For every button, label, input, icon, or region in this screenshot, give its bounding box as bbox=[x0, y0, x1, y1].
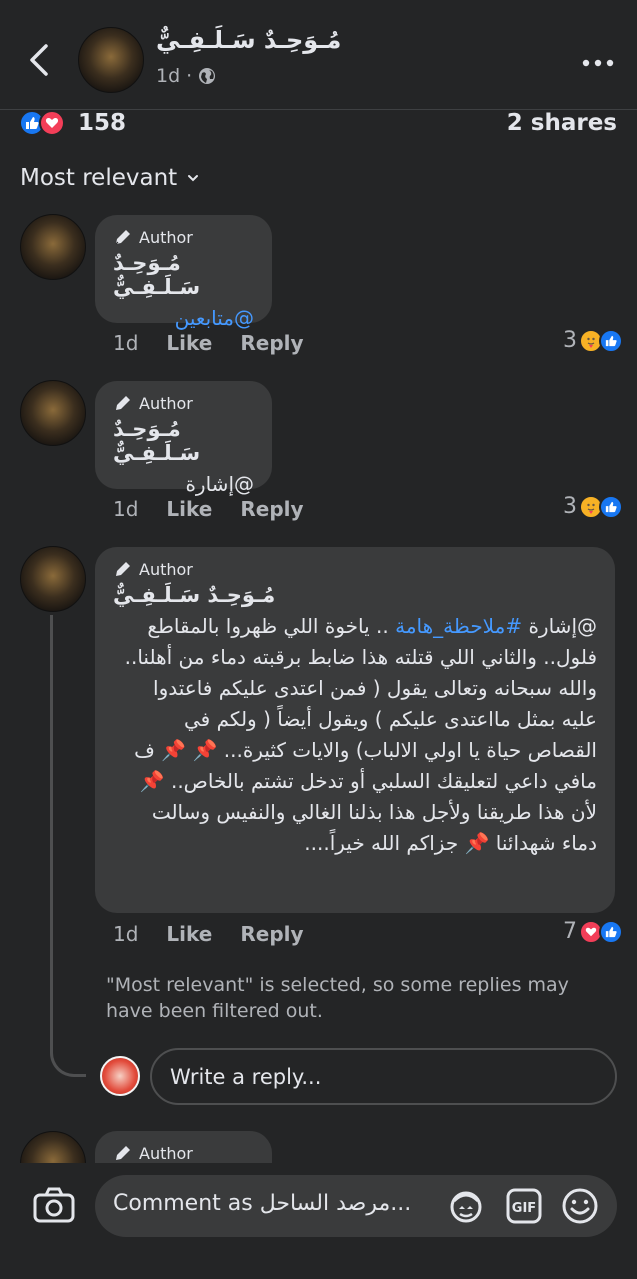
comment-actions: 1d Like Reply bbox=[113, 331, 304, 355]
comment-composer: Comment as مرصد الساحل... GIF bbox=[0, 1163, 637, 1279]
comment-reaction-count: 3 bbox=[563, 328, 577, 353]
comment-reaction-count: 3 bbox=[563, 494, 577, 519]
reply-button[interactable]: Reply bbox=[240, 497, 303, 521]
reply-placeholder: Write a reply... bbox=[170, 1064, 322, 1089]
avatar-sticker-icon[interactable] bbox=[447, 1187, 485, 1225]
chevron-down-icon bbox=[188, 175, 199, 182]
comment-placeholder: Comment as مرصد الساحل... bbox=[113, 1191, 412, 1216]
author-badge: Author bbox=[113, 225, 254, 249]
camera-icon bbox=[33, 1187, 75, 1223]
author-label: Author bbox=[139, 393, 193, 413]
like-button[interactable]: Like bbox=[166, 497, 212, 521]
comment-bubble[interactable]: Author مُـوَحِـدٌ سَـلَـفِـيٌّ @إشارة bbox=[95, 381, 272, 496]
top-header: مُـوَحِـدٌ سَـلَـفِـيٌّ 1d · bbox=[0, 0, 637, 110]
emoji-icon[interactable] bbox=[561, 1187, 599, 1225]
reply-button[interactable]: Reply bbox=[240, 922, 303, 946]
comment-time: 1d bbox=[113, 497, 139, 521]
commenter-name[interactable]: مُـوَحِـدٌ سَـلَـفِـيٌّ bbox=[113, 583, 597, 607]
comment-reaction-count: 7 bbox=[563, 919, 577, 944]
commenter-name[interactable]: مُـوَحِـدٌ سَـلَـفِـيٌّ bbox=[113, 251, 254, 299]
comment-reactions[interactable]: 7 bbox=[563, 919, 623, 944]
gif-icon[interactable]: GIF bbox=[505, 1187, 543, 1225]
commenter-name[interactable]: مُـوَحِـدٌ سَـلَـفِـيٌّ bbox=[113, 417, 254, 465]
comment-actions: 1d Like Reply bbox=[113, 922, 304, 946]
comment-text: @إشارة bbox=[185, 472, 254, 496]
globe-icon bbox=[199, 68, 216, 84]
author-badge: Author bbox=[113, 557, 597, 581]
comment-bubble[interactable]: Author مُـوَحِـدٌ سَـلَـفِـيٌّ @متابعين bbox=[95, 215, 272, 330]
comment-reactions[interactable]: 3 bbox=[563, 494, 623, 519]
post-time: 1d bbox=[156, 65, 181, 87]
reactions-summary[interactable]: 158 2 shares bbox=[0, 110, 637, 144]
meta-separator: · bbox=[186, 65, 193, 87]
like-button[interactable]: Like bbox=[166, 922, 212, 946]
like-reaction-icon bbox=[599, 919, 623, 944]
partial-comment: Author bbox=[0, 1125, 637, 1163]
comment-text: @إشارة #ملاحظة_هامة .. ياخوة اللي ظهروا … bbox=[113, 611, 597, 859]
comment-bubble[interactable]: Author مُـوَحِـدٌ سَـلَـفِـيٌّ @إشارة #م… bbox=[95, 547, 615, 913]
like-button[interactable]: Like bbox=[166, 331, 212, 355]
reaction-icons bbox=[19, 110, 65, 136]
comment-body: .. ياخوة اللي ظهروا بالمقاطع فلول.. والث… bbox=[124, 614, 597, 855]
more-options-button[interactable] bbox=[581, 54, 615, 67]
user-avatar bbox=[100, 1056, 140, 1096]
svg-text:GIF: GIF bbox=[512, 1201, 536, 1216]
sort-dropdown[interactable]: Most relevant bbox=[20, 165, 199, 191]
camera-button[interactable] bbox=[32, 1185, 76, 1225]
sort-label: Most relevant bbox=[20, 165, 178, 191]
pen-icon bbox=[116, 396, 130, 410]
mention-link[interactable]: @متابعين bbox=[175, 306, 254, 330]
like-reaction-icon bbox=[599, 494, 623, 519]
comment-time: 1d bbox=[113, 922, 139, 946]
comment-time: 1d bbox=[113, 331, 139, 355]
page-name[interactable]: مُـوَحِـدٌ سَـلَـفِـيٌّ bbox=[156, 26, 341, 54]
author-badge: Author bbox=[113, 391, 254, 415]
comment-avatar[interactable] bbox=[20, 546, 86, 612]
thread-connector bbox=[50, 615, 86, 1077]
comment-avatar[interactable] bbox=[20, 380, 86, 446]
reaction-count: 158 bbox=[78, 110, 127, 136]
more-dots-icon bbox=[582, 59, 614, 67]
pen-icon bbox=[115, 230, 130, 245]
filter-notice: "Most relevant" is selected, so some rep… bbox=[106, 974, 569, 1022]
comment-actions: 1d Like Reply bbox=[113, 497, 304, 521]
chevron-left-icon bbox=[30, 44, 48, 76]
author-label: Author bbox=[139, 227, 193, 247]
author-label: Author bbox=[139, 1143, 193, 1163]
page-avatar[interactable] bbox=[78, 27, 144, 93]
pen-icon bbox=[116, 1146, 130, 1160]
comment-bubble[interactable]: Author bbox=[95, 1131, 272, 1163]
reply-input[interactable]: Write a reply... bbox=[150, 1048, 617, 1105]
comment-input[interactable]: Comment as مرصد الساحل... GIF bbox=[95, 1175, 617, 1237]
post-meta: 1d · bbox=[156, 65, 216, 87]
love-reaction-icon bbox=[39, 110, 65, 136]
comment-avatar[interactable] bbox=[20, 214, 86, 280]
author-badge: Author bbox=[113, 1141, 254, 1163]
shares-count[interactable]: 2 shares bbox=[507, 110, 617, 136]
comment-avatar[interactable] bbox=[20, 1131, 86, 1163]
like-reaction-icon bbox=[599, 328, 623, 353]
mention-text: @إشارة bbox=[522, 614, 597, 638]
author-label: Author bbox=[139, 559, 193, 579]
back-button[interactable] bbox=[22, 40, 58, 80]
hashtag-link[interactable]: #ملاحظة_هامة bbox=[395, 614, 522, 638]
pen-icon bbox=[116, 562, 130, 576]
comment-reactions[interactable]: 3 bbox=[563, 328, 623, 353]
reply-button[interactable]: Reply bbox=[240, 331, 303, 355]
